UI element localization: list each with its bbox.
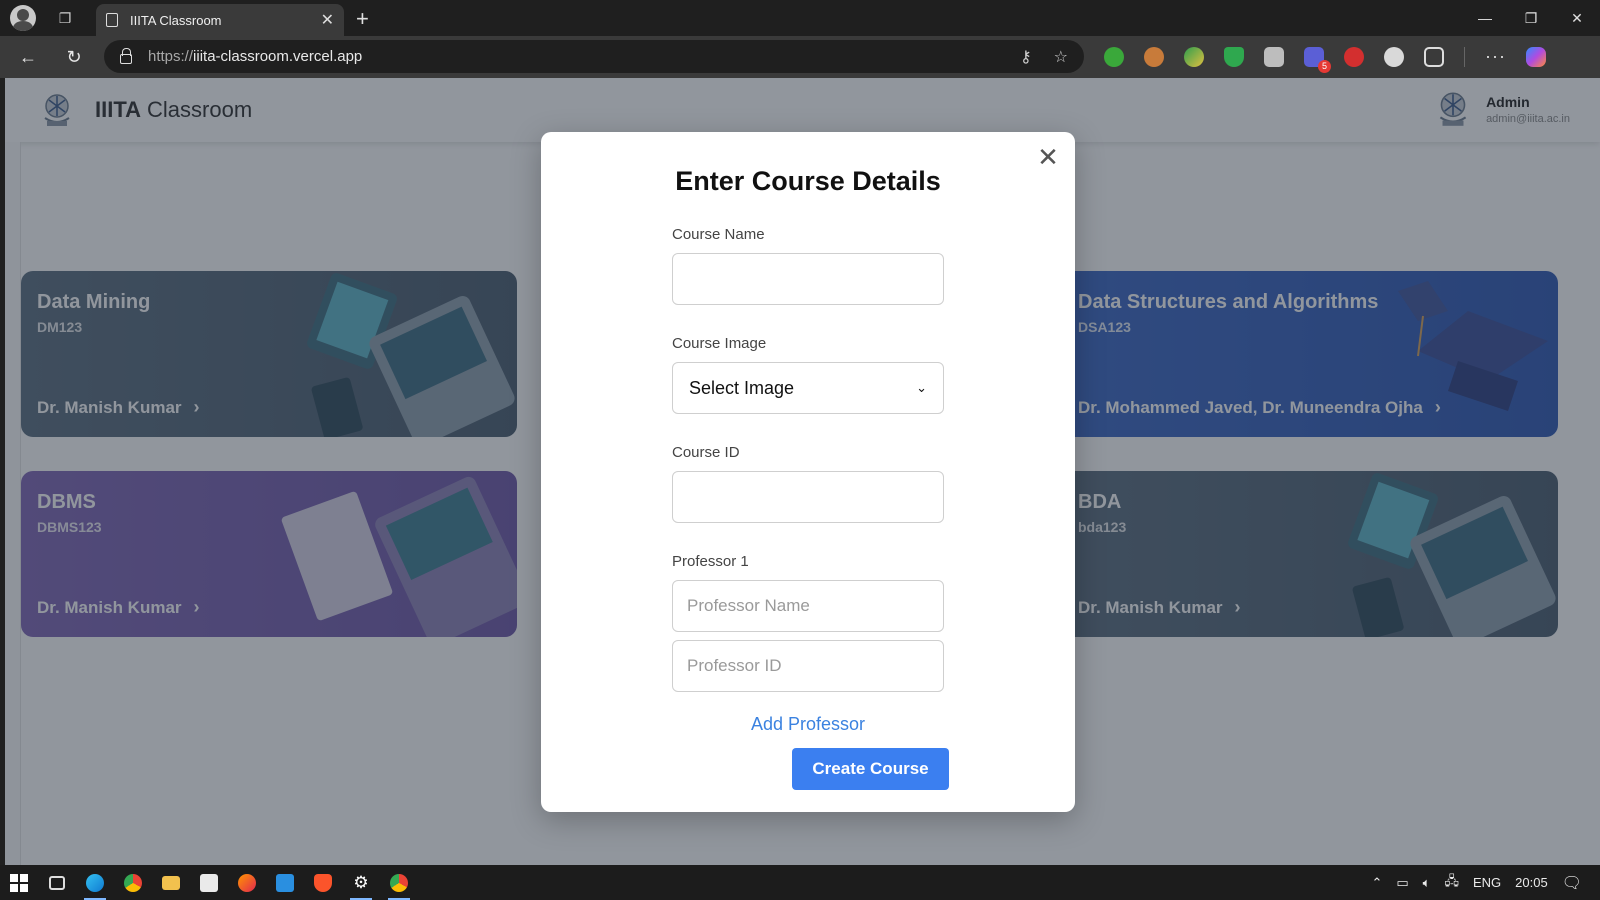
course-image-selected: Select Image xyxy=(689,377,795,398)
chrome-icon[interactable] xyxy=(114,865,152,900)
url-host: iiita-classroom.vercel.app xyxy=(193,48,363,65)
chrome-profile-icon[interactable] xyxy=(380,865,418,900)
course-name-label: Course Name xyxy=(672,226,765,243)
back-icon[interactable]: ← xyxy=(10,39,46,75)
restore-icon[interactable]: ❐ xyxy=(1508,0,1554,36)
course-details-modal: ✕ Enter Course Details Course Name Cours… xyxy=(541,132,1075,812)
tb-extension-icon[interactable] xyxy=(1264,46,1284,67)
window-close-icon[interactable]: ✕ xyxy=(1554,0,1600,36)
language-indicator[interactable]: ENG xyxy=(1473,875,1501,890)
course-id-label: Course ID xyxy=(672,444,740,461)
settings-icon[interactable]: ⚙ xyxy=(342,865,380,900)
create-course-button[interactable]: Create Course xyxy=(792,748,949,790)
notifications-icon[interactable]: 🗨︎ xyxy=(1562,873,1582,893)
owl-extension-icon[interactable] xyxy=(1384,46,1404,67)
add-professor-link[interactable]: Add Professor xyxy=(672,714,944,735)
professor-id-input[interactable] xyxy=(672,640,944,692)
clock[interactable]: 20:05 xyxy=(1515,875,1548,890)
start-icon[interactable] xyxy=(0,865,38,900)
key-icon[interactable]: ⚷ xyxy=(1020,47,1032,67)
url-protocol: https:// xyxy=(148,48,194,65)
course-name-input[interactable] xyxy=(672,253,944,305)
firefox-icon[interactable] xyxy=(228,865,266,900)
volume-icon[interactable]: 🔈︎ xyxy=(1423,875,1431,891)
course-image-label: Course Image xyxy=(672,335,767,352)
new-tab-icon[interactable]: + xyxy=(356,6,369,32)
network-icon[interactable]: 🖧︎ xyxy=(1444,872,1459,894)
minimize-icon[interactable]: — xyxy=(1462,0,1508,36)
workspaces-icon[interactable]: ❐ xyxy=(54,7,76,29)
url-field[interactable]: https:// iiita-classroom.vercel.app ⚷ ☆ xyxy=(104,40,1084,73)
address-bar-row: ← ↻ https:// iiita-classroom.vercel.app … xyxy=(0,36,1600,78)
more-menu-icon[interactable]: ··· xyxy=(1485,46,1506,67)
vscode-icon[interactable] xyxy=(266,865,304,900)
modal-title: Enter Course Details xyxy=(675,166,941,196)
browser-tab[interactable]: IIITA Classroom ✕ xyxy=(96,4,344,36)
course-image-select[interactable]: Select Image ⌄ xyxy=(672,362,944,414)
tray-chevron-up-icon[interactable]: ⌃ xyxy=(1371,875,1382,891)
page-icon xyxy=(106,13,118,27)
course-id-input[interactable] xyxy=(672,471,944,523)
colorful-extension-icon[interactable] xyxy=(1184,46,1204,67)
chevron-down-icon: ⌄ xyxy=(916,380,927,395)
system-tray: ⌃ ▭ 🔈︎ 🖧︎ ENG 20:05 🗨︎ xyxy=(1371,865,1600,900)
toolbar-divider xyxy=(1464,46,1465,67)
windows-taskbar: ⚙ ⌃ ▭ 🔈︎ 🖧︎ ENG 20:05 🗨︎ xyxy=(0,865,1600,900)
edge-icon[interactable] xyxy=(76,865,114,900)
favorite-star-icon[interactable]: ☆ xyxy=(1054,47,1068,67)
tab-close-icon[interactable]: ✕ xyxy=(321,10,334,30)
brave-icon[interactable] xyxy=(304,865,342,900)
window-controls: — ❐ ✕ xyxy=(1462,0,1600,36)
extensions-bar: 5 ··· xyxy=(1104,40,1546,73)
store-icon[interactable] xyxy=(190,865,228,900)
extension-badge: 5 xyxy=(1318,59,1331,73)
add-extension-icon[interactable] xyxy=(1104,46,1124,67)
browser-tab-bar: ❐ IIITA Classroom ✕ + — ❐ ✕ xyxy=(0,0,1600,36)
copilot-icon[interactable] xyxy=(1525,46,1546,67)
task-view-icon[interactable] xyxy=(38,865,76,900)
lock-icon[interactable] xyxy=(120,47,132,64)
shield-extension-icon[interactable] xyxy=(1224,46,1244,67)
page-viewport: IIITAClassroom Admin admin@iiita.ac.in xyxy=(5,78,1600,865)
professor-label: Professor 1 xyxy=(672,553,749,570)
puzzle-extensions-icon[interactable] xyxy=(1424,46,1444,67)
battery-icon[interactable]: ▭ xyxy=(1396,875,1408,891)
profile-avatar[interactable] xyxy=(10,5,36,31)
refresh-icon[interactable]: ↻ xyxy=(56,39,92,75)
cookie-extension-icon[interactable] xyxy=(1144,46,1164,67)
file-explorer-icon[interactable] xyxy=(152,865,190,900)
red-extension-icon[interactable] xyxy=(1344,46,1364,67)
professor-name-input[interactable] xyxy=(672,580,944,632)
course-form: Course Name Course Image Select Image ⌄ … xyxy=(672,226,944,735)
discord-extension-icon[interactable]: 5 xyxy=(1304,46,1331,73)
tab-title: IIITA Classroom xyxy=(130,12,222,28)
